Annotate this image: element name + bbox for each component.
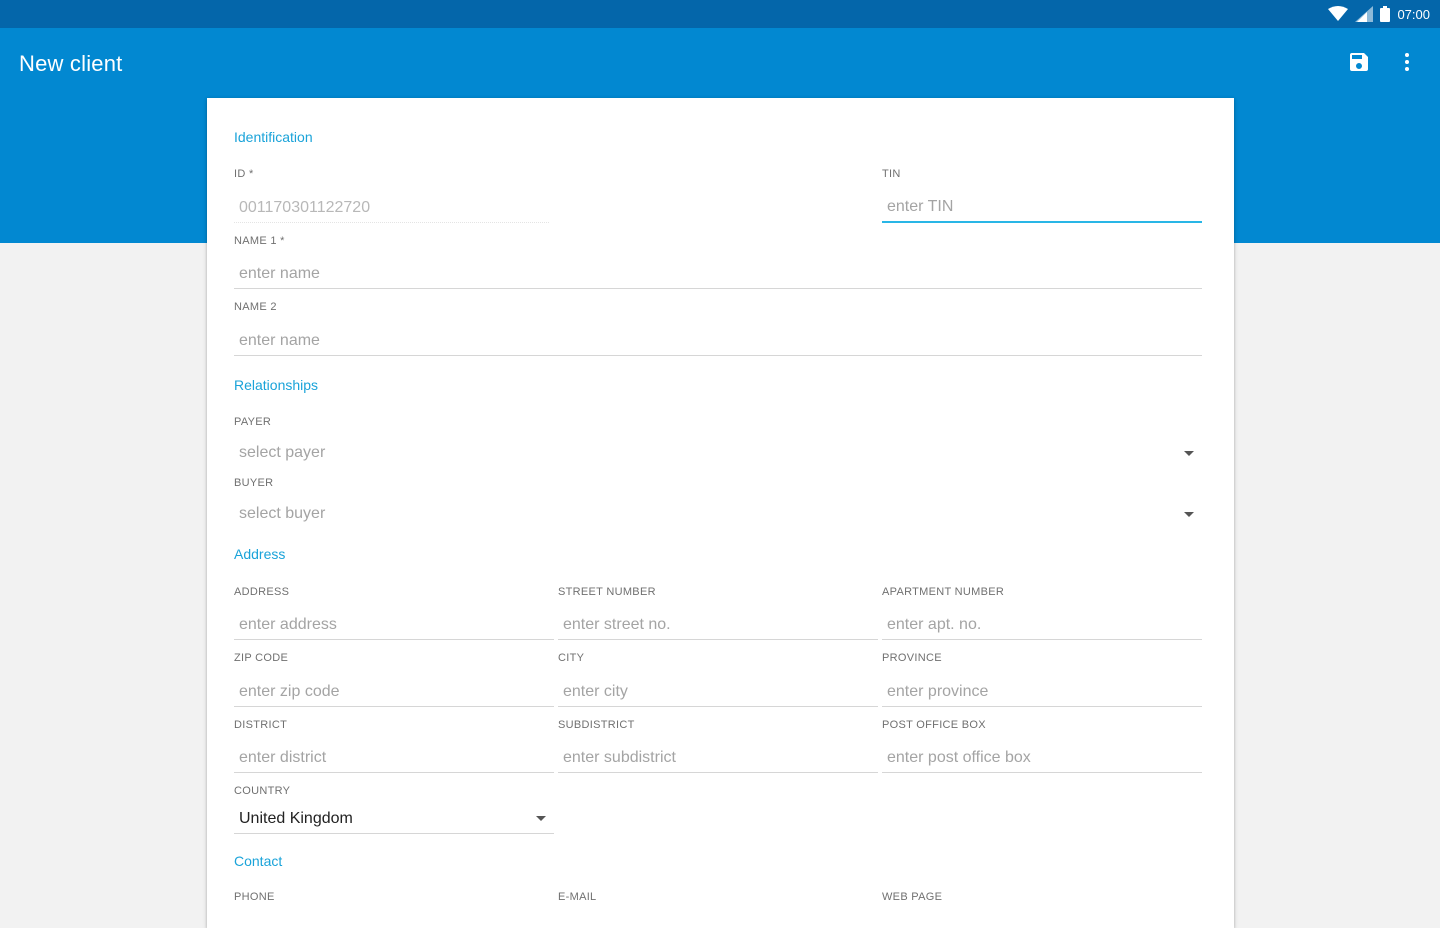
subdistrict-label: SUBDISTRICT: [558, 719, 635, 731]
payer-placeholder: select payer: [239, 444, 326, 461]
province-field[interactable]: [882, 677, 1202, 707]
more-vert-icon: [1395, 50, 1419, 79]
client-form-card: Identification ID * TIN NAME 1 * NAME 2 …: [207, 98, 1234, 928]
buyer-dropdown[interactable]: select buyer: [234, 499, 1202, 529]
province-label: PROVINCE: [882, 652, 942, 664]
apartment-number-label: APARTMENT NUMBER: [882, 586, 1005, 598]
email-label: E-MAIL: [558, 891, 597, 903]
district-field[interactable]: [234, 743, 554, 773]
zip-code-label: ZIP CODE: [234, 652, 289, 664]
status-time: 07:00: [1397, 6, 1430, 22]
cell-signal-icon: [1355, 6, 1374, 22]
tin-field[interactable]: [882, 193, 1202, 223]
payer-dropdown[interactable]: select payer: [234, 438, 1202, 468]
buyer-placeholder: select buyer: [239, 505, 326, 522]
name2-field[interactable]: [234, 326, 1202, 356]
city-field[interactable]: [558, 677, 878, 707]
country-value: United Kingdom: [239, 809, 353, 827]
buyer-label: BUYER: [234, 477, 274, 489]
chevron-down-icon: [536, 816, 546, 821]
address-field[interactable]: [234, 610, 554, 640]
zip-code-field[interactable]: [234, 677, 554, 707]
status-bar: 07:00: [0, 0, 1440, 28]
name1-label: NAME 1 *: [234, 235, 285, 247]
id-field: [234, 193, 549, 223]
country-label: COUNTRY: [234, 785, 291, 797]
name2-label: NAME 2: [234, 301, 277, 313]
more-options-button[interactable]: [1391, 48, 1423, 80]
chevron-down-icon: [1184, 450, 1194, 456]
post-office-box-field[interactable]: [882, 743, 1202, 773]
payer-label: PAYER: [234, 416, 272, 428]
district-label: DISTRICT: [234, 719, 288, 731]
save-icon: [1347, 50, 1371, 79]
name1-field[interactable]: [234, 259, 1202, 289]
save-button[interactable]: [1343, 48, 1375, 80]
tin-label: TIN: [882, 168, 901, 180]
section-identification: Identification: [234, 129, 313, 145]
id-label: ID *: [234, 168, 254, 180]
phone-label: PHONE: [234, 891, 275, 903]
street-number-label: STREET NUMBER: [558, 586, 656, 598]
web-page-label: WEB PAGE: [882, 891, 943, 903]
street-number-field[interactable]: [558, 610, 878, 640]
country-dropdown[interactable]: United Kingdom: [234, 804, 554, 834]
section-address: Address: [234, 546, 286, 562]
section-relationships: Relationships: [234, 377, 319, 393]
apartment-number-field[interactable]: [882, 610, 1202, 640]
page-title: New client: [19, 51, 123, 76]
post-office-box-label: POST OFFICE BOX: [882, 719, 986, 731]
wifi-icon: [1328, 6, 1349, 22]
city-label: CITY: [558, 652, 585, 664]
address-label: ADDRESS: [234, 586, 290, 598]
section-contact: Contact: [234, 853, 283, 869]
battery-icon: [1380, 6, 1391, 22]
chevron-down-icon: [1184, 511, 1194, 517]
subdistrict-field[interactable]: [558, 743, 878, 773]
